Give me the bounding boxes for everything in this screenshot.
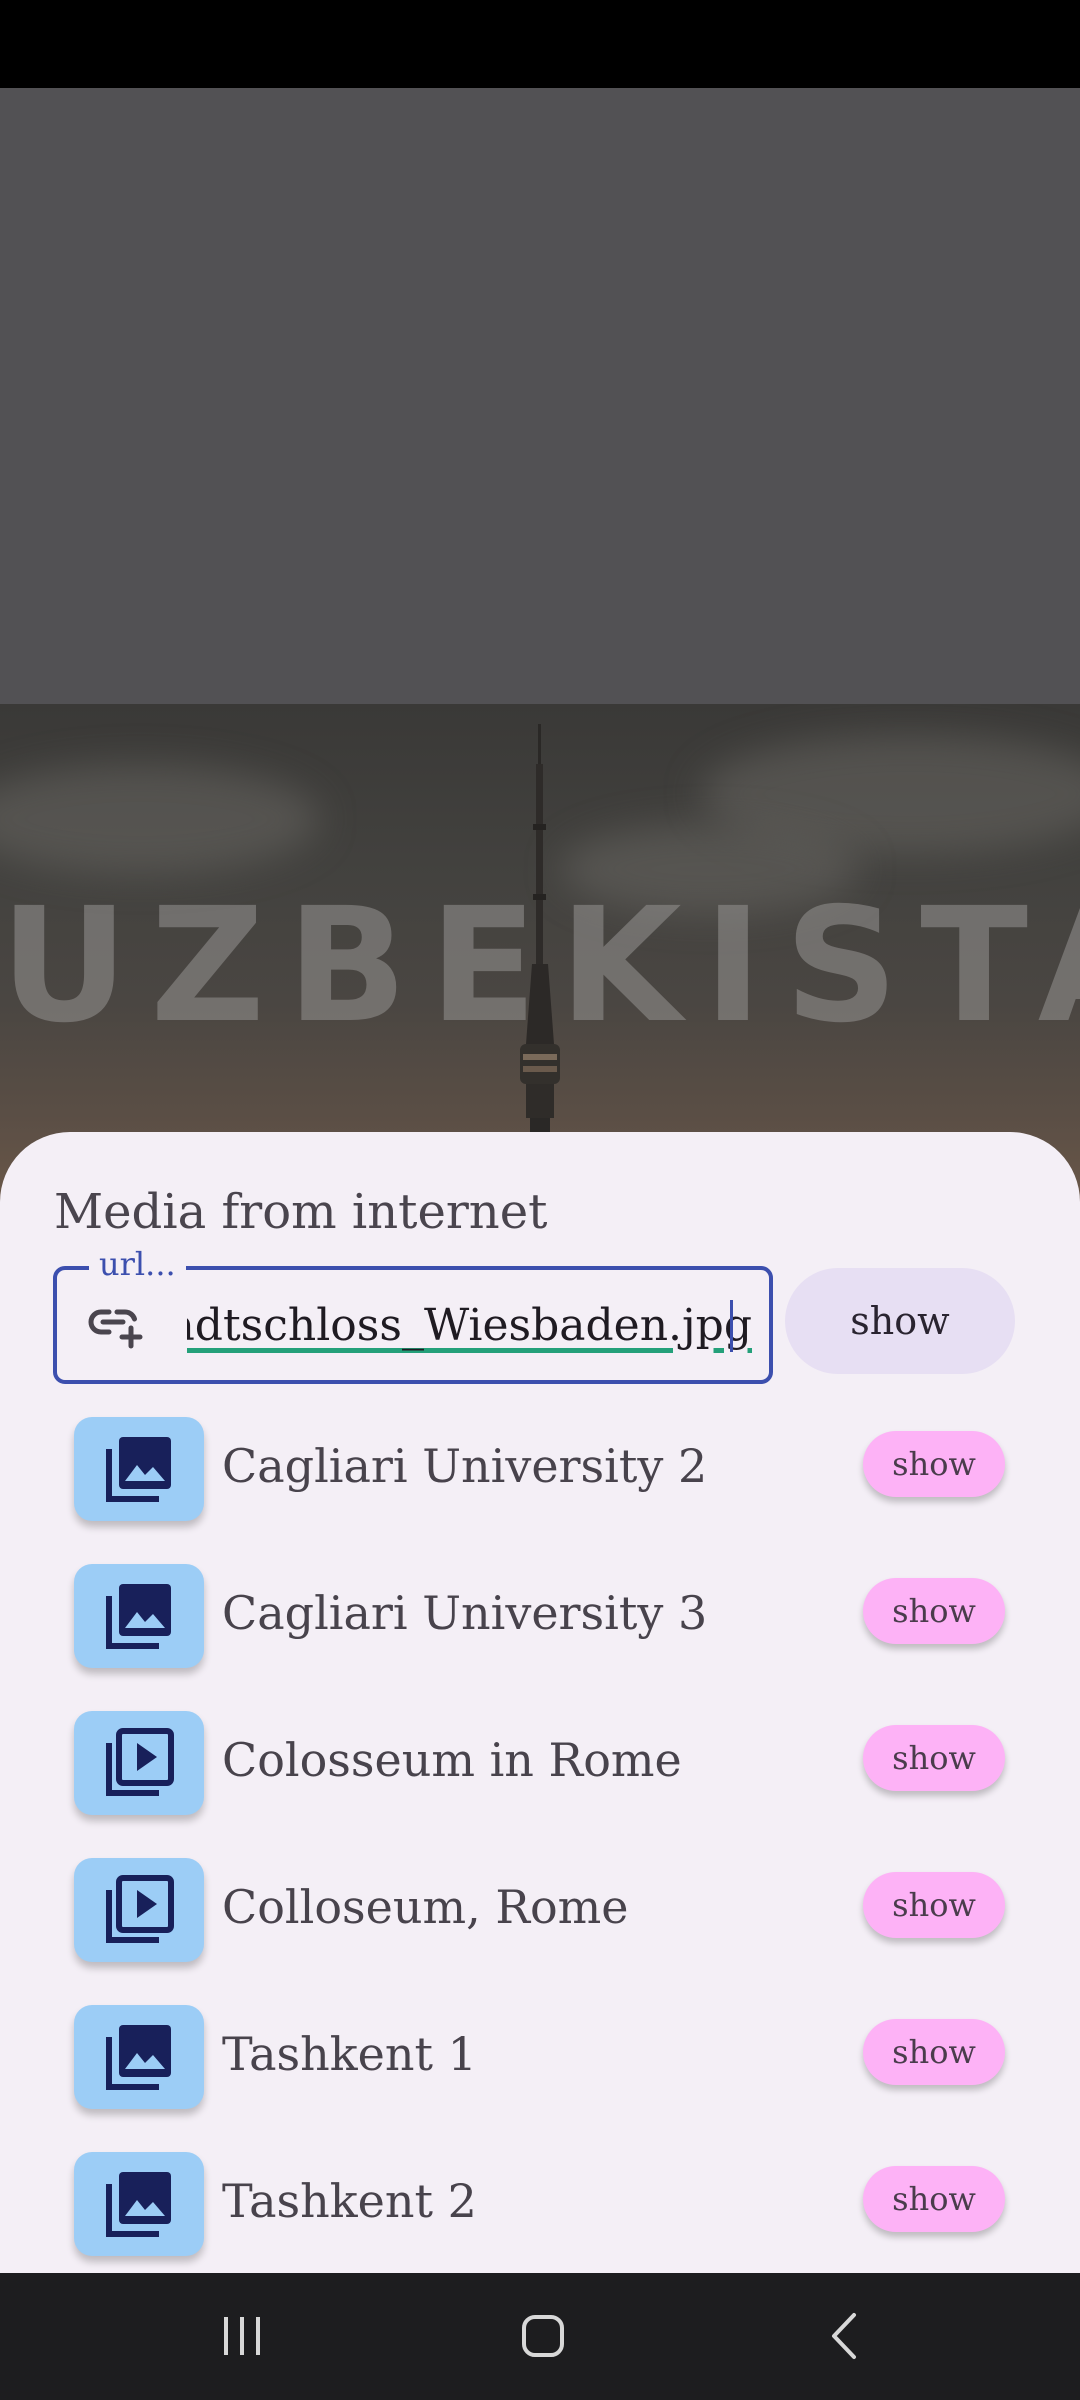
media-thumbnail[interactable] xyxy=(74,1417,204,1521)
media-thumbnail[interactable] xyxy=(74,1711,204,1815)
system-navigation-bar xyxy=(0,2273,1080,2400)
sheet-title: Media from internet xyxy=(54,1184,548,1240)
media-thumbnail[interactable] xyxy=(74,1858,204,1962)
recents-icon[interactable] xyxy=(218,2311,268,2361)
media-list: Cagliari University 2 show Cagliari Univ… xyxy=(0,1414,1080,2273)
status-bar xyxy=(0,0,1080,88)
url-input[interactable]: adtschloss_Wiesbaden.jpg xyxy=(187,1290,752,1362)
video-player[interactable]: UZBEKISTAN xyxy=(0,704,1080,1204)
app-screen: UZBEKISTAN Media from internet url... ad… xyxy=(0,0,1080,2400)
media-title: Cagliari University 3 xyxy=(222,1586,708,1640)
video-title-overlay: UZBEKISTAN xyxy=(0,874,1080,1058)
show-button[interactable]: show xyxy=(863,2166,1005,2232)
show-button[interactable]: show xyxy=(863,1872,1005,1938)
video-backdrop[interactable] xyxy=(0,88,1080,704)
bottom-sheet: Media from internet url... adtschloss_Wi… xyxy=(0,1132,1080,2273)
text-cursor xyxy=(730,1300,733,1352)
url-field-label: url... xyxy=(89,1244,186,1284)
video-library-icon xyxy=(106,1728,174,1796)
url-input-field[interactable]: url... adtschloss_Wiesbaden.jpg xyxy=(53,1244,773,1384)
media-title: Tashkent 2 xyxy=(222,2174,477,2228)
video-library-icon xyxy=(106,1875,174,1943)
photo-library-icon xyxy=(106,2172,171,2237)
list-item[interactable]: Tashkent 2 show xyxy=(0,2149,1080,2273)
photo-library-icon xyxy=(106,1437,171,1502)
back-icon[interactable] xyxy=(820,2311,870,2361)
media-title: Colosseum in Rome xyxy=(222,1733,682,1787)
list-item[interactable]: Cagliari University 2 show xyxy=(0,1414,1080,1561)
home-icon[interactable] xyxy=(518,2311,568,2361)
media-thumbnail[interactable] xyxy=(74,2152,204,2256)
url-input-value: adtschloss_Wiesbaden.jpg xyxy=(187,1300,752,1351)
show-button[interactable]: show xyxy=(863,1431,1005,1497)
media-title: Colloseum, Rome xyxy=(222,1880,629,1934)
list-item[interactable]: Tashkent 1 show xyxy=(0,2002,1080,2149)
media-thumbnail[interactable] xyxy=(74,1564,204,1668)
show-button[interactable]: show xyxy=(863,1578,1005,1644)
media-thumbnail[interactable] xyxy=(74,2005,204,2109)
add-link-icon xyxy=(88,1309,143,1349)
photo-library-icon xyxy=(106,1584,171,1649)
show-button[interactable]: show xyxy=(863,2019,1005,2085)
list-item[interactable]: Colloseum, Rome show xyxy=(0,1855,1080,2002)
photo-library-icon xyxy=(106,2025,171,2090)
list-item[interactable]: Cagliari University 3 show xyxy=(0,1561,1080,1708)
list-item[interactable]: Colosseum in Rome show xyxy=(0,1708,1080,1855)
media-title: Cagliari University 2 xyxy=(222,1439,708,1493)
show-button[interactable]: show xyxy=(863,1725,1005,1791)
media-title: Tashkent 1 xyxy=(222,2027,477,2081)
show-url-button[interactable]: show xyxy=(785,1268,1015,1374)
